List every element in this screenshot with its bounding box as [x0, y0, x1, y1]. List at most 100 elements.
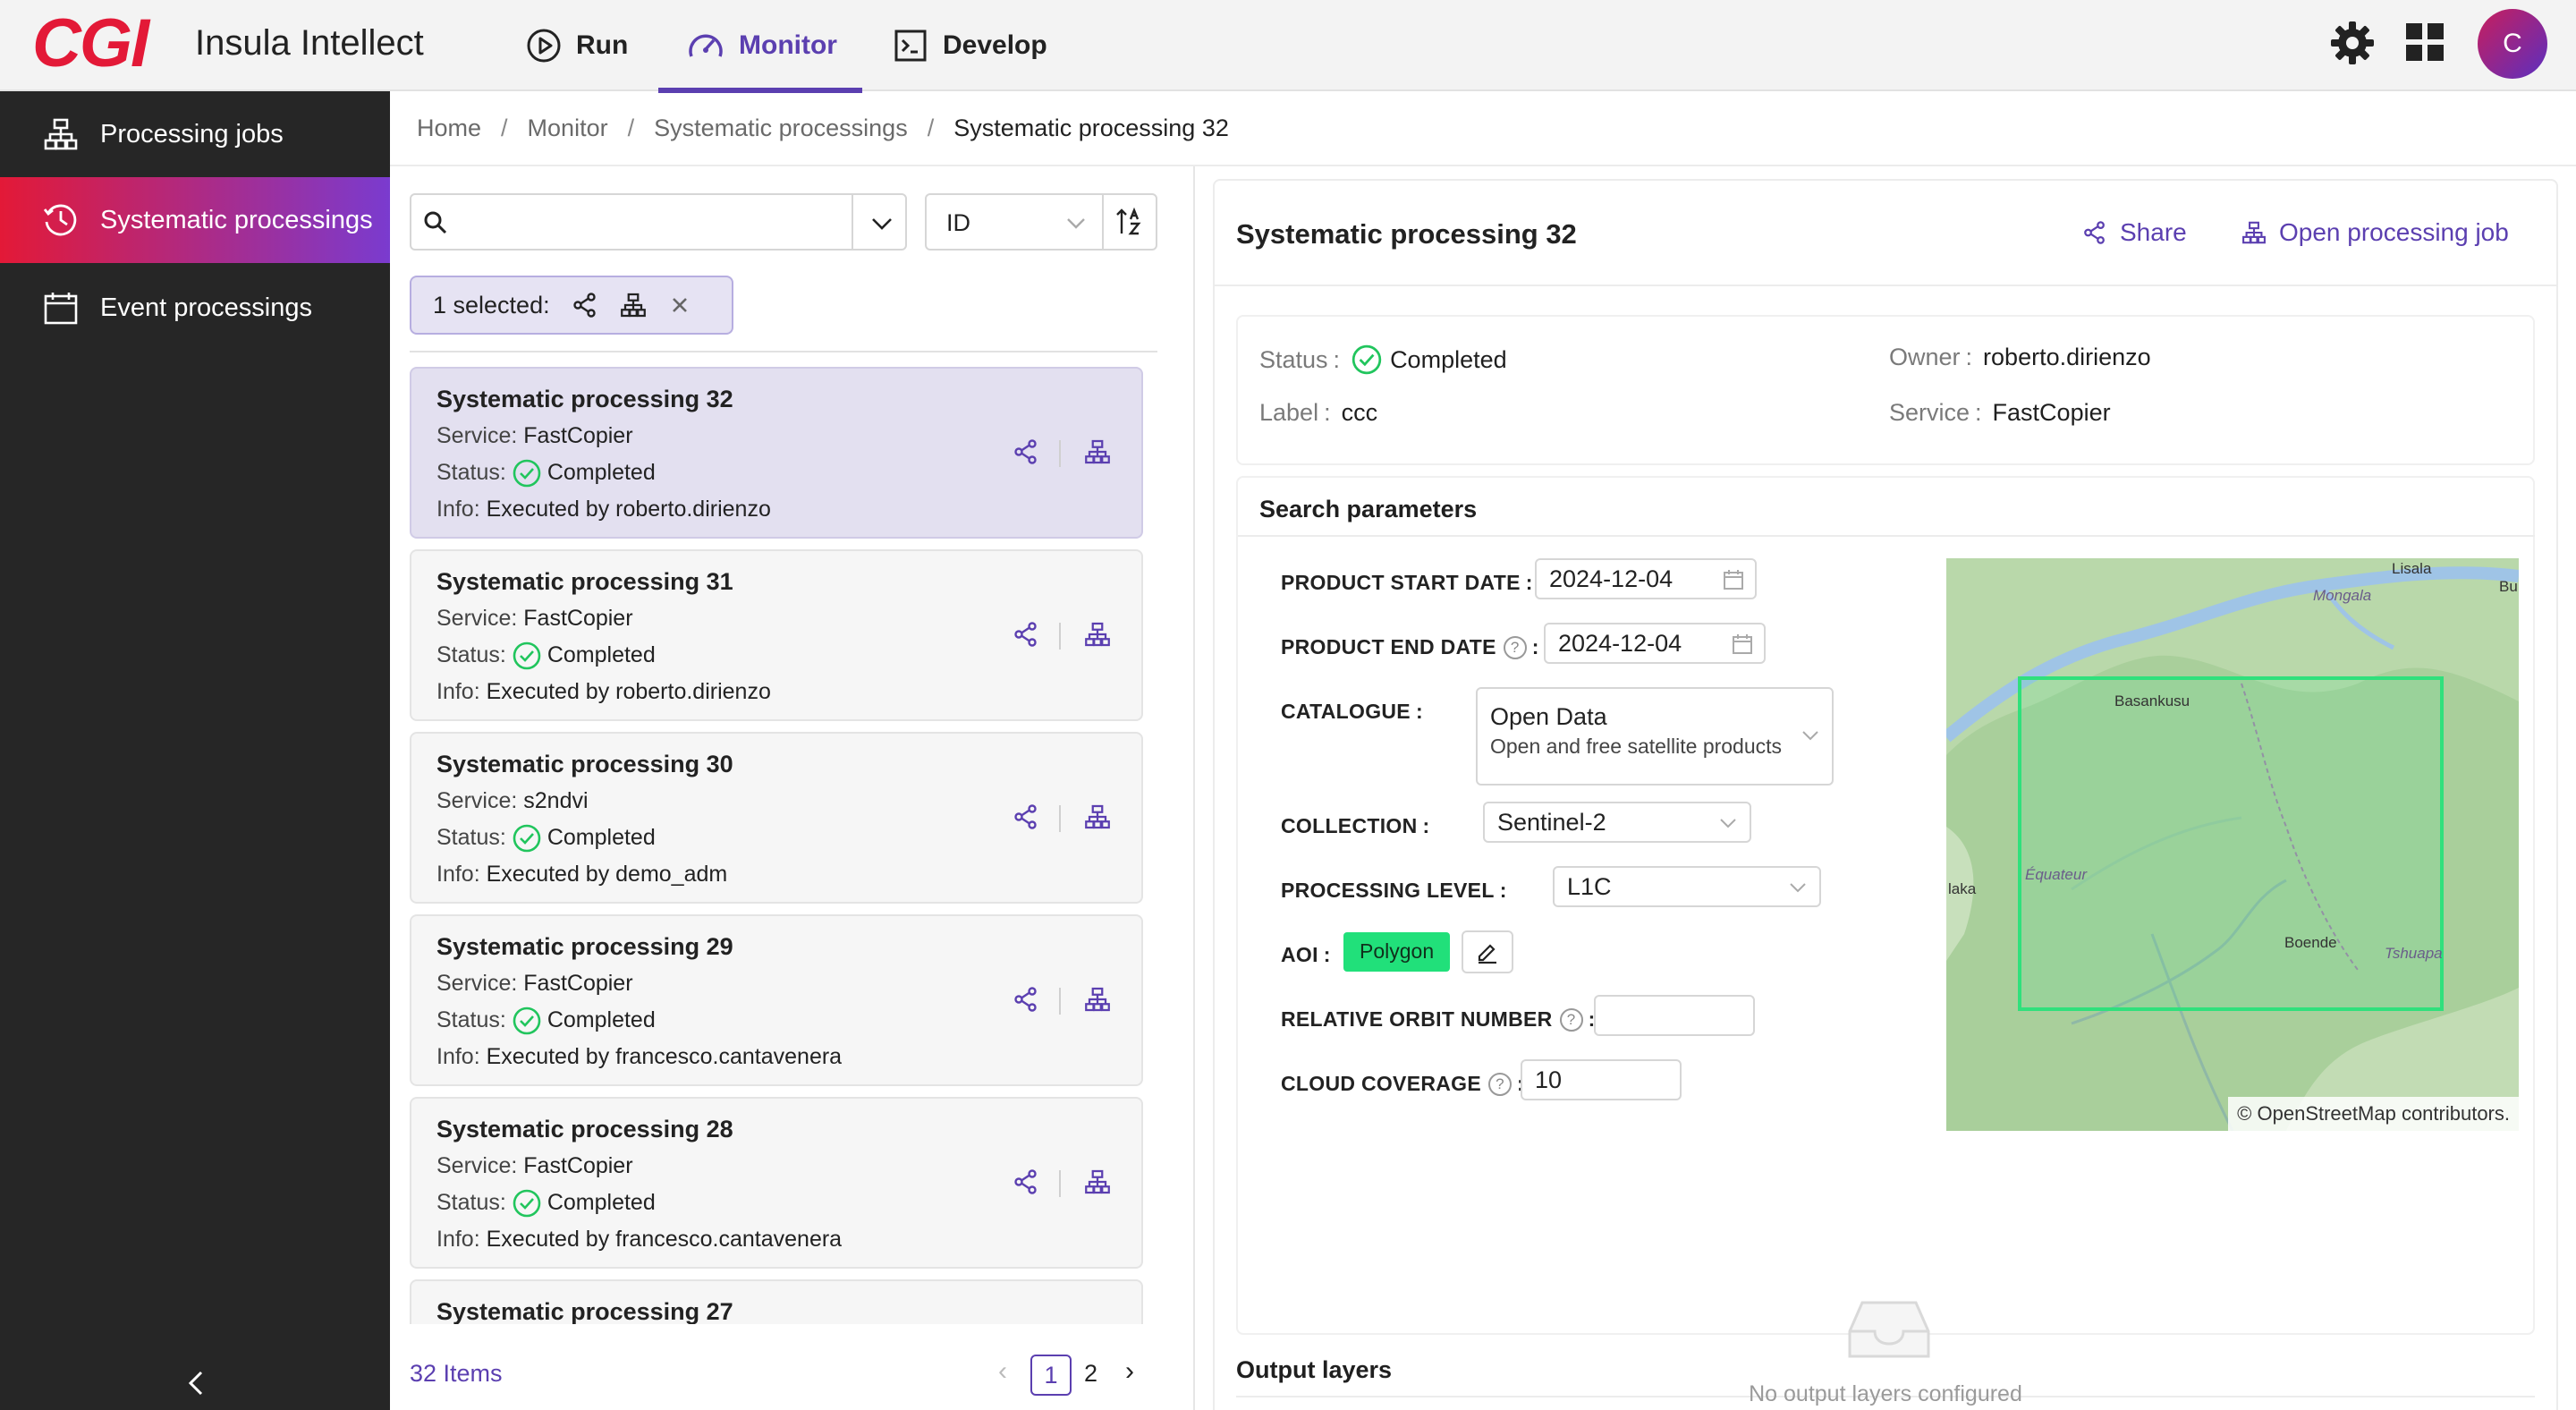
info-label: Info: — [436, 862, 480, 887]
map-label: Équateur — [2025, 866, 2087, 883]
share-selected-button[interactable] — [572, 292, 598, 319]
hierarchy-icon — [620, 293, 646, 318]
sidebar-item-event-processings[interactable]: Event processings — [0, 265, 390, 351]
top-header: CGI Insula Intellect Run Monitor Develop… — [0, 0, 2576, 93]
chevron-down-icon — [1802, 731, 1818, 741]
sidebar-item-label: Systematic processings — [100, 205, 373, 234]
catalogue-select[interactable]: Open Data Open and free satellite produc… — [1476, 687, 1834, 786]
catalogue-label: CATALOGUE: — [1281, 700, 1423, 723]
page-button-1[interactable]: 1 — [1030, 1355, 1072, 1396]
status-label: Status: — [436, 460, 506, 485]
gear-icon[interactable] — [2329, 20, 2376, 66]
item-status: Completed — [547, 1190, 656, 1215]
apps-grid-icon[interactable] — [2404, 21, 2445, 63]
calendar-icon — [1733, 634, 1752, 654]
search-icon — [424, 211, 447, 234]
chevron-down-icon[interactable] — [868, 209, 896, 238]
share-icon[interactable] — [1013, 986, 1039, 1013]
owner-value: roberto.dirienzo — [1983, 344, 2151, 370]
chevron-left-icon[interactable] — [179, 1365, 215, 1401]
share-button[interactable]: Share — [2082, 218, 2187, 247]
list-item[interactable]: Systematic processing 31 Service: FastCo… — [410, 549, 1143, 721]
info-label: Info: — [436, 1227, 480, 1252]
open-job-selected-button[interactable] — [620, 292, 647, 319]
tab-develop[interactable]: Develop — [893, 0, 1047, 91]
sidebar-item-processing-jobs[interactable]: Processing jobs — [0, 91, 390, 177]
tab-run[interactable]: Run — [526, 0, 628, 91]
page-prev-button[interactable]: ‹ — [998, 1356, 1007, 1387]
service-label: Service: — [436, 423, 518, 448]
service-value: FastCopier — [1992, 399, 2111, 426]
calendar-icon — [1724, 570, 1743, 590]
play-circle-icon — [527, 29, 561, 63]
hierarchy-icon[interactable] — [1084, 438, 1111, 465]
hierarchy-icon — [2242, 221, 2266, 244]
list-item[interactable]: Systematic processing 29 Service: FastCo… — [410, 914, 1143, 1086]
empty-inbox-icon — [1848, 1301, 1930, 1358]
service-label: Service: — [436, 1153, 518, 1178]
search-input[interactable] — [410, 193, 907, 251]
page-next-button[interactable]: › — [1125, 1356, 1134, 1387]
item-status: Completed — [547, 642, 656, 667]
sort-field-value: ID — [946, 209, 970, 236]
map-label: Boende — [2284, 934, 2337, 951]
attribution-suffix: contributors. — [2401, 1102, 2510, 1125]
sort-field-select[interactable]: ID — [925, 193, 1104, 251]
check-circle-icon — [1352, 344, 1382, 375]
selected-count: 1 selected: — [433, 291, 550, 319]
hierarchy-icon[interactable] — [1084, 621, 1111, 648]
share-icon[interactable] — [1013, 1168, 1039, 1195]
breadcrumb-current: Systematic processing 32 — [953, 114, 1229, 141]
item-service: FastCopier — [523, 606, 633, 631]
sidebar-item-systematic-processings[interactable]: Systematic processings — [0, 177, 390, 263]
item-info: Executed by francesco.cantavenera — [486, 1227, 843, 1252]
service-label: Service: — [1889, 399, 1982, 426]
info-label: Info: — [436, 1044, 480, 1069]
item-title: Systematic processing 27 — [436, 1298, 733, 1324]
hierarchy-icon[interactable] — [1084, 803, 1111, 830]
status-label: Status: — [436, 642, 506, 667]
panel-divider[interactable] — [1193, 166, 1195, 1410]
collection-select[interactable]: Sentinel-2 — [1483, 802, 1751, 843]
edit-aoi-button[interactable] — [1462, 930, 1513, 973]
owner-field: Owner: roberto.dirienzo — [1889, 344, 2151, 371]
item-status: Completed — [547, 1007, 656, 1032]
list-item[interactable]: Systematic processing 28 Service: FastCo… — [410, 1097, 1143, 1269]
product-end-date-field[interactable]: 2024-12-04 — [1544, 623, 1766, 664]
share-icon[interactable] — [1013, 803, 1039, 830]
clear-selection-button[interactable] — [668, 293, 691, 317]
cgi-logo[interactable]: CGI — [32, 10, 149, 78]
help-icon[interactable]: ? — [1503, 635, 1527, 659]
avatar[interactable]: C — [2478, 9, 2547, 79]
help-icon[interactable]: ? — [1559, 1007, 1583, 1032]
hierarchy-icon[interactable] — [1084, 1168, 1111, 1195]
hierarchy-icon[interactable] — [1084, 986, 1111, 1013]
tab-monitor[interactable]: Monitor — [658, 0, 862, 93]
item-title: Systematic processing 29 — [436, 933, 733, 960]
list-item[interactable]: Systematic processing 32 Service: FastCo… — [410, 367, 1143, 539]
product-start-date-value: 2024-12-04 — [1549, 565, 1674, 592]
output-layers-title: Output layers — [1236, 1356, 1393, 1383]
share-icon[interactable] — [1013, 438, 1039, 465]
share-icon[interactable] — [1013, 621, 1039, 648]
breadcrumb-home[interactable]: Home — [417, 115, 481, 142]
sort-direction-button[interactable] — [1102, 193, 1157, 251]
relative-orbit-input[interactable] — [1594, 995, 1755, 1036]
tab-monitor-label: Monitor — [739, 30, 837, 60]
check-circle-icon — [513, 1007, 541, 1035]
aoi-map[interactable]: Lisala Mongala Bu Basankusu Équateur lak… — [1946, 558, 2519, 1131]
openstreetmap-link[interactable]: OpenStreetMap — [2258, 1102, 2396, 1125]
processing-level-select[interactable]: L1C — [1553, 866, 1821, 907]
cloud-coverage-input[interactable]: 10 — [1521, 1059, 1682, 1100]
list-item[interactable]: Systematic processing 30 Service: s2ndvi… — [410, 732, 1143, 904]
item-info: Executed by francesco.cantavenera — [486, 1044, 843, 1069]
map-label: Tshuapa — [2385, 945, 2443, 962]
page-button-2[interactable]: 2 — [1084, 1360, 1097, 1388]
map-canvas[interactable] — [1946, 558, 2519, 1131]
open-processing-job-button[interactable]: Open processing job — [2241, 218, 2509, 247]
help-icon[interactable]: ? — [1488, 1072, 1512, 1096]
product-start-date-field[interactable]: 2024-12-04 — [1535, 558, 1757, 599]
breadcrumb-monitor[interactable]: Monitor — [528, 115, 608, 142]
breadcrumb-systematic-processings[interactable]: Systematic processings — [654, 115, 908, 142]
list-item[interactable]: Systematic processing 27 — [410, 1279, 1143, 1324]
